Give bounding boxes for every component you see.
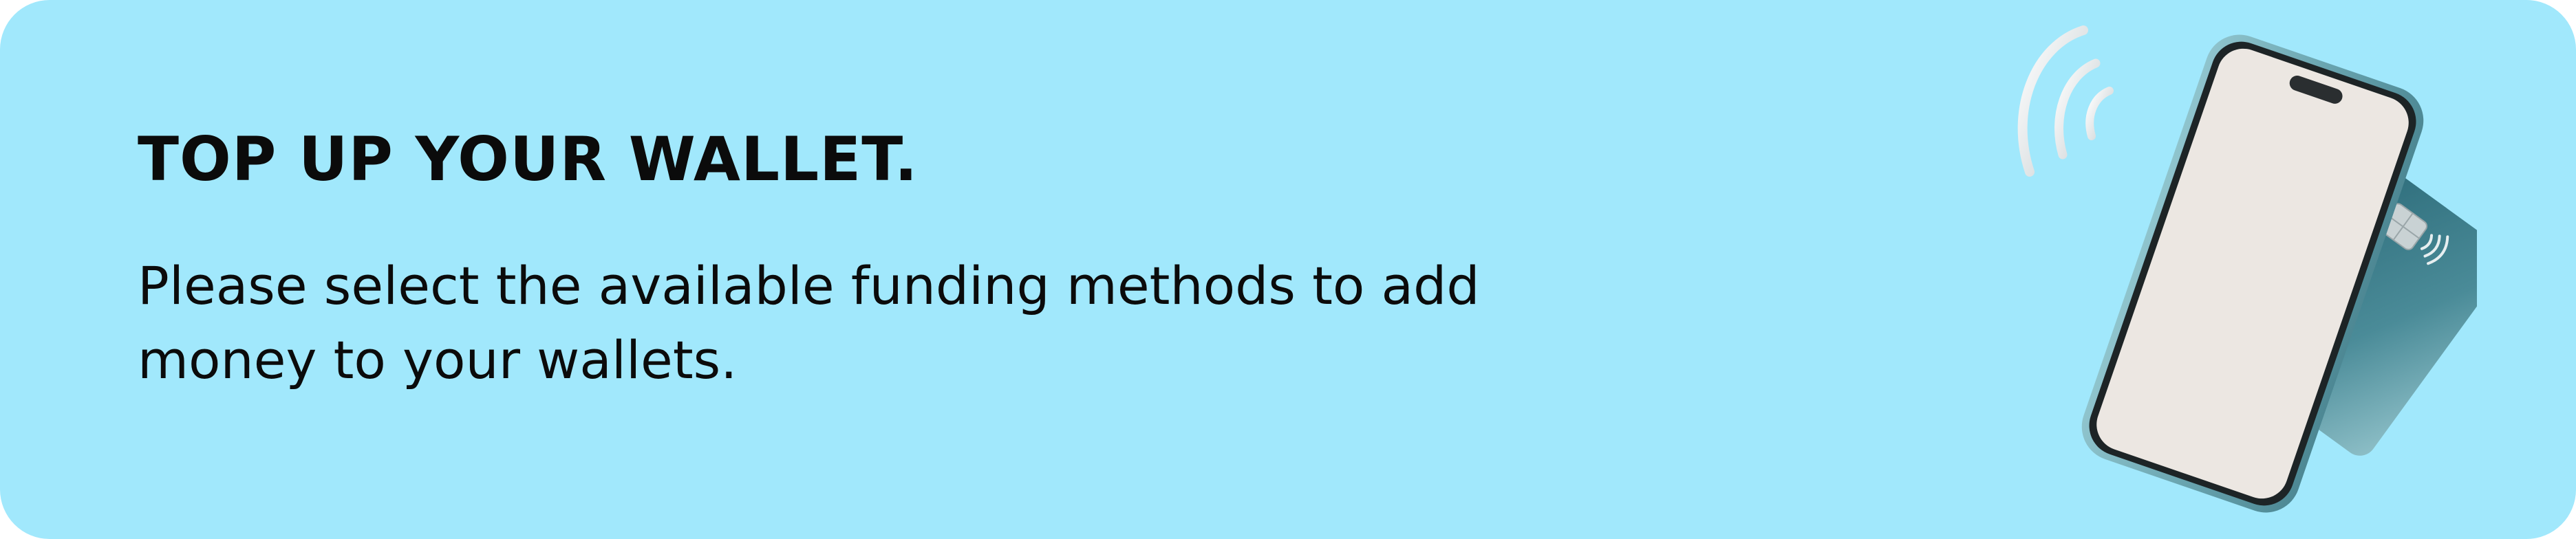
banner-description: Please select the available funding meth… [138, 255, 1480, 390]
top-up-wallet-banner: TOP UP YOUR WALLET. Please select the av… [0, 0, 2576, 539]
phone-payment-illustration [2017, 25, 2477, 513]
contactless-signal-icon [2017, 25, 2114, 177]
banner-title: TOP UP YOUR WALLET. [138, 124, 919, 195]
